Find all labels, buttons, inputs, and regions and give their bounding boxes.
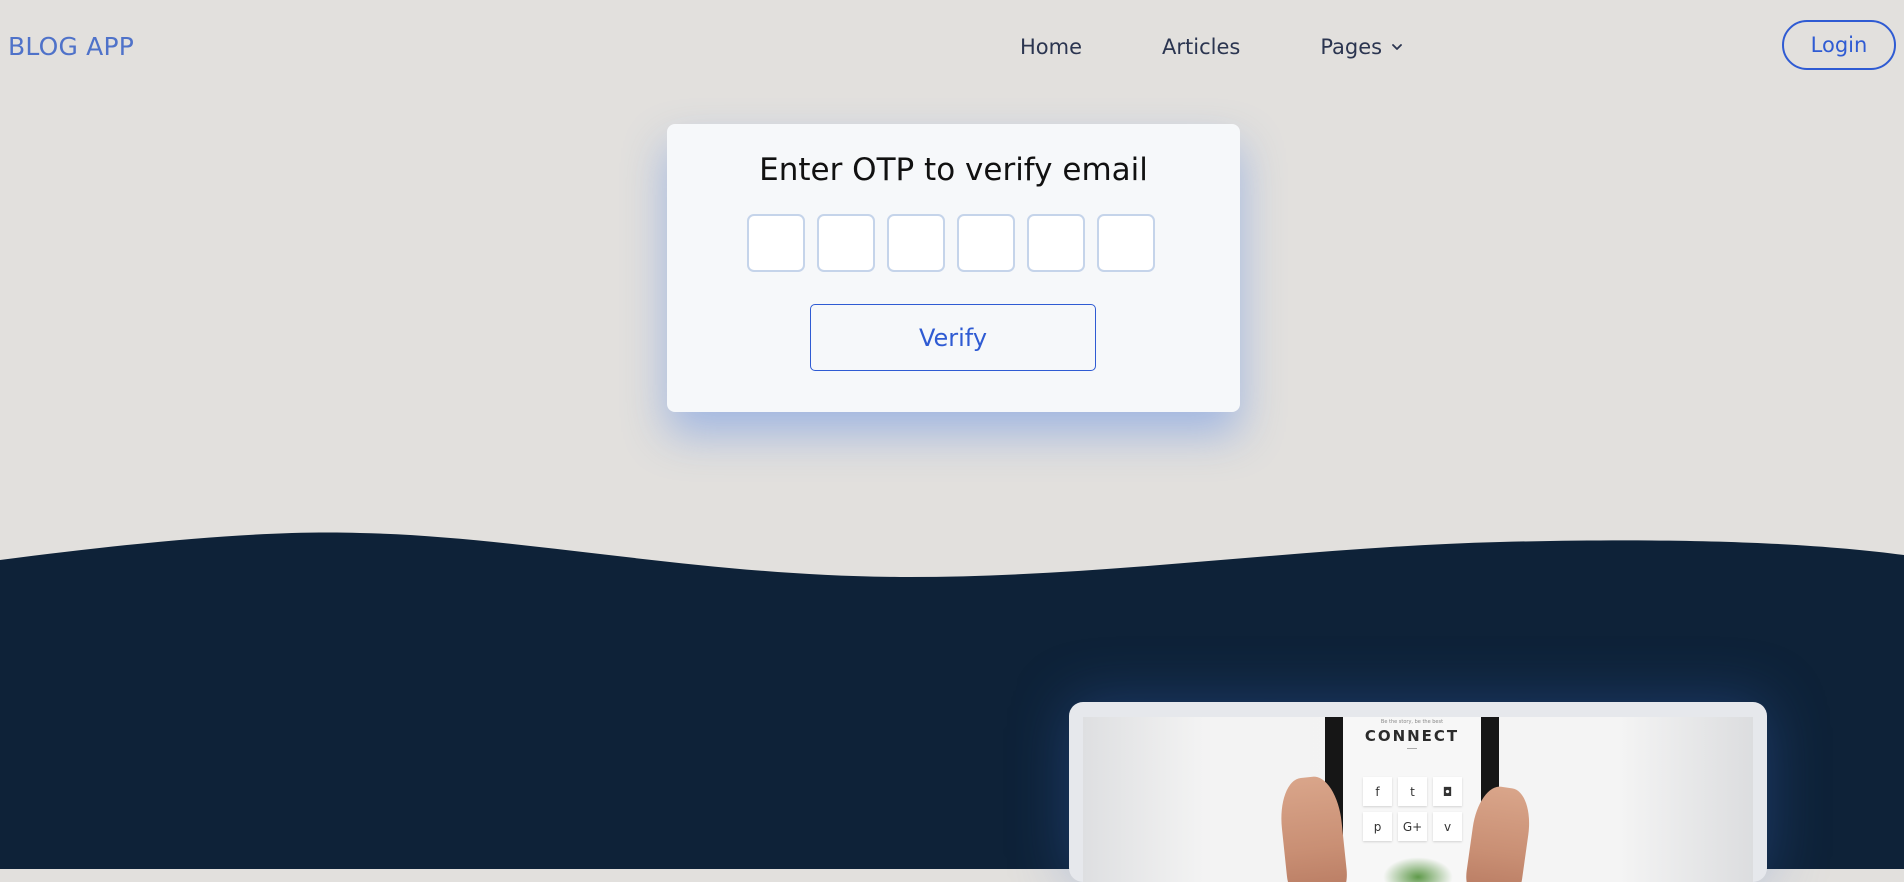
otp-digit-input-6[interactable] xyxy=(1097,214,1155,272)
chevron-down-icon xyxy=(1392,44,1403,50)
pinterest-icon: p xyxy=(1363,812,1392,841)
otp-input-group xyxy=(747,214,1155,272)
login-button[interactable]: Login xyxy=(1782,20,1896,70)
screen-heading: CONNECT xyxy=(1364,727,1460,745)
nav-link-label: Home xyxy=(1020,35,1083,59)
top-navbar: BLOG APP Home Articles Pages Login xyxy=(0,0,1904,94)
otp-card-title: Enter OTP to verify email xyxy=(759,152,1148,188)
facebook-icon: f xyxy=(1363,777,1392,806)
twitter-icon: t xyxy=(1398,777,1427,806)
otp-digit-input-4[interactable] xyxy=(957,214,1015,272)
main-nav: Home Articles Pages xyxy=(1020,33,1404,61)
tablet-hands-photo: Be the story, be the best CONNECT f t ◘ … xyxy=(1083,717,1753,882)
otp-digit-input-1[interactable] xyxy=(747,214,805,272)
nav-link-label: Pages xyxy=(1320,35,1383,59)
plant-blur xyxy=(1383,857,1453,882)
otp-digit-input-5[interactable] xyxy=(1027,214,1085,272)
nav-link-label: Articles xyxy=(1162,35,1241,59)
google-plus-icon: G+ xyxy=(1398,812,1427,841)
nav-link-home[interactable]: Home xyxy=(1020,35,1082,59)
screen-caption: Be the story, be the best xyxy=(1380,719,1444,725)
brand-logo[interactable]: BLOG APP xyxy=(8,32,134,61)
otp-digit-input-3[interactable] xyxy=(887,214,945,272)
nav-dropdown-pages[interactable]: Pages xyxy=(1320,35,1404,59)
vine-icon: v xyxy=(1433,812,1462,841)
otp-digit-input-2[interactable] xyxy=(817,214,875,272)
verify-button[interactable]: Verify xyxy=(810,304,1096,371)
nav-link-articles[interactable]: Articles xyxy=(1162,35,1240,59)
featured-image-card: Be the story, be the best CONNECT f t ◘ … xyxy=(1069,702,1767,882)
otp-verification-card: Enter OTP to verify email Verify xyxy=(667,124,1240,412)
instagram-icon: ◘ xyxy=(1433,777,1462,806)
divider xyxy=(1407,748,1417,749)
